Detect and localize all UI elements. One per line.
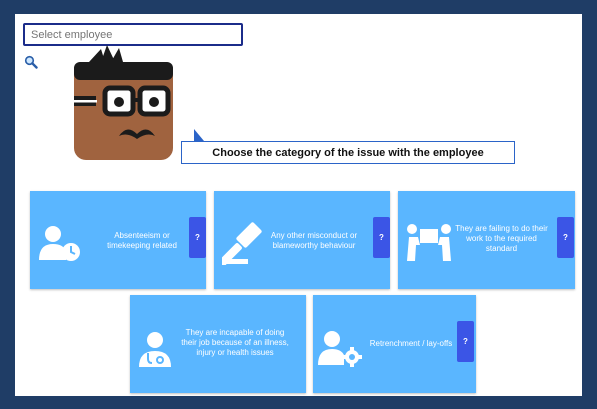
help-button[interactable]: ? xyxy=(373,217,390,258)
category-label: They are incapable of doing their job be… xyxy=(181,328,289,357)
help-button[interactable]: ? xyxy=(557,217,574,258)
category-label: Retrenchment / lay-offs xyxy=(369,339,453,348)
category-incapacity[interactable]: They are incapable of doing their job be… xyxy=(130,295,306,393)
category-prompt: Choose the category of the issue with th… xyxy=(181,141,515,164)
employee-select[interactable] xyxy=(23,23,243,46)
category-label: Any other misconduct or blameworthy beha… xyxy=(270,231,358,250)
category-retrenchment[interactable]: Retrenchment / lay-offs ? xyxy=(313,295,476,393)
doctor-icon xyxy=(139,332,171,367)
category-label: They are failing to do their work to the… xyxy=(455,224,548,253)
category-absenteeism[interactable]: Absenteeism or timekeeping related ? xyxy=(30,191,206,289)
person-clock-icon xyxy=(39,226,80,261)
manager-avatar xyxy=(73,45,173,160)
help-button[interactable]: ? xyxy=(189,217,206,258)
search-icon[interactable] xyxy=(24,55,38,69)
person-gear-icon xyxy=(318,331,362,367)
speech-bubble-tail xyxy=(194,129,204,141)
help-button[interactable]: ? xyxy=(457,321,474,362)
category-prompt-text: Choose the category of the issue with th… xyxy=(212,146,484,159)
employee-select-input[interactable] xyxy=(25,25,241,45)
people-lifting-box-icon xyxy=(407,224,451,261)
category-misconduct[interactable]: Any other misconduct or blameworthy beha… xyxy=(214,191,390,289)
main-panel: Choose the category of the issue with th… xyxy=(15,14,582,396)
gavel-icon xyxy=(222,222,262,265)
category-performance[interactable]: They are failing to do their work to the… xyxy=(398,191,575,289)
category-label: Absenteeism or timekeeping related xyxy=(107,231,177,250)
